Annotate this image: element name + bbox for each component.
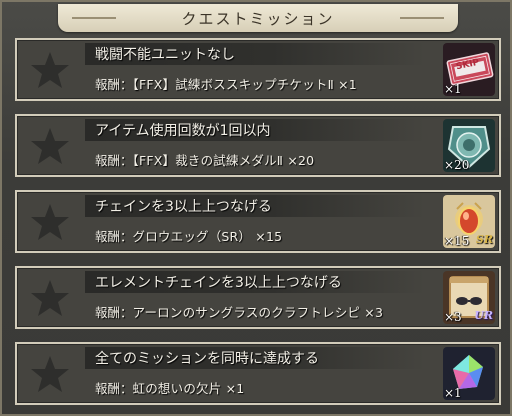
- header-ornament-right: [400, 17, 444, 19]
- star-icon: [17, 268, 83, 327]
- mission-title: エレメントチェインを3以上上つなげる: [95, 275, 342, 291]
- reward-item: 【FFX】裁きの試練メダルⅡ ×20: [132, 153, 315, 168]
- reward-quantity: ×1: [444, 82, 462, 96]
- reward-label: 報酬：: [95, 153, 133, 168]
- reward-quantity: ×3: [444, 310, 462, 324]
- skip-ticket-icon[interactable]: SKIP ×1: [443, 43, 495, 96]
- mission-row: 戦闘不能ユニットなし 報酬：【FFX】試練ボススキップチケットⅡ ×1 SKIP…: [15, 38, 501, 101]
- star-icon: [17, 40, 83, 99]
- mission-title: 戦闘不能ユニットなし: [95, 47, 235, 63]
- craft-recipe-icon[interactable]: ×3 UR: [443, 271, 495, 324]
- reward-quantity: ×1: [444, 386, 462, 400]
- reward-label: 報酬：: [95, 305, 133, 320]
- reward-line: 報酬：【FFX】試練ボススキップチケットⅡ ×1: [95, 74, 357, 93]
- mission-row: 全てのミッションを同時に達成する 報酬：虹の想いの欠片 ×1 ×1: [15, 342, 501, 405]
- rainbow-crystal-icon[interactable]: ×1: [443, 347, 495, 400]
- reward-item: アーロンのサングラスのクラフトレシピ ×3: [132, 305, 384, 320]
- reward-quantity: ×15: [444, 234, 470, 248]
- reward-item: グロウエッグ（SR） ×15: [132, 229, 283, 244]
- mission-frame: クエストミッション 戦闘不能ユニットなし 報酬：【FFX】試練ボススキップチケッ…: [0, 0, 512, 416]
- reward-item: 虹の想いの欠片 ×1: [132, 381, 245, 396]
- mission-row: エレメントチェインを3以上上つなげる 報酬：アーロンのサングラスのクラフトレシピ…: [15, 266, 501, 329]
- star-icon: [17, 344, 83, 403]
- page-title: クエストミッション: [181, 9, 335, 28]
- mission-row: チェインを3以上上つなげる 報酬：グロウエッグ（SR） ×15 ×15 SR: [15, 190, 501, 253]
- mission-title: アイテム使用回数が1回以内: [95, 123, 271, 139]
- reward-label: 報酬：: [95, 77, 133, 92]
- mission-row: アイテム使用回数が1回以内 報酬：【FFX】裁きの試練メダルⅡ ×20 ×20: [15, 114, 501, 177]
- star-icon: [17, 192, 83, 251]
- mission-title: チェインを3以上上つなげる: [95, 199, 272, 215]
- grow-egg-icon[interactable]: ×15 SR: [443, 195, 495, 248]
- reward-label: 報酬：: [95, 381, 133, 396]
- reward-item: 【FFX】試練ボススキップチケットⅡ ×1: [132, 77, 357, 92]
- header-ornament-left: [72, 17, 116, 19]
- rarity-badge: SR: [475, 233, 493, 246]
- reward-line: 報酬：【FFX】裁きの試練メダルⅡ ×20: [95, 150, 314, 169]
- rarity-badge: UR: [474, 309, 493, 322]
- reward-line: 報酬：アーロンのサングラスのクラフトレシピ ×3: [95, 302, 383, 321]
- reward-line: 報酬：虹の想いの欠片 ×1: [95, 378, 244, 397]
- reward-quantity: ×20: [444, 158, 470, 172]
- reward-label: 報酬：: [95, 229, 133, 244]
- star-icon: [17, 116, 83, 175]
- mission-title: 全てのミッションを同時に達成する: [95, 351, 319, 367]
- header-bar: クエストミッション: [58, 4, 458, 32]
- reward-line: 報酬：グロウエッグ（SR） ×15: [95, 226, 282, 245]
- trial-medal-icon[interactable]: ×20: [443, 119, 495, 172]
